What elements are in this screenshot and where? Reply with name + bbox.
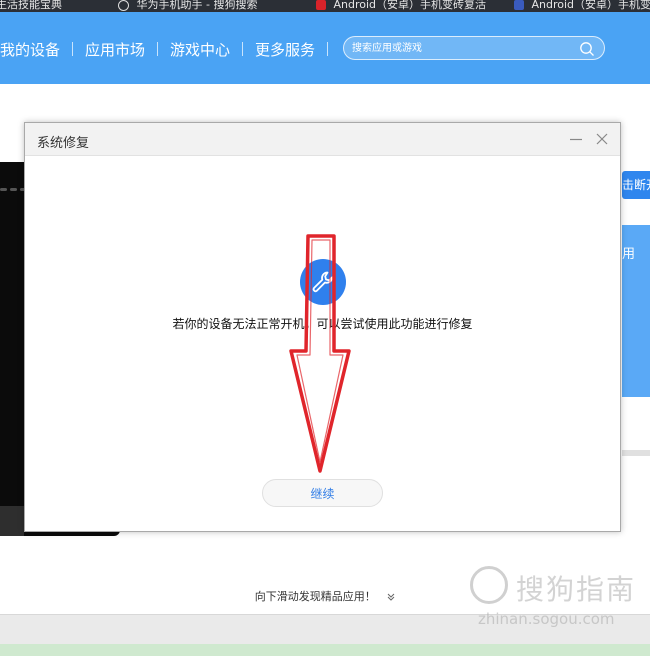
tab-label: Android（安卓）手机变砖	[531, 0, 650, 11]
app-card-label: 用	[622, 247, 636, 262]
tab-label: Android（安卓）手机变砖复活	[333, 0, 487, 11]
search-input[interactable]	[352, 40, 572, 56]
nav-divider	[242, 42, 244, 56]
app-card[interactable]: 用	[622, 225, 650, 397]
sogou-watermark: 搜狗指南 zhinan.sogou.com	[470, 566, 640, 636]
nav-divider	[327, 42, 329, 56]
app-header: 我的设备 应用市场 游戏中心 更多服务	[0, 12, 650, 84]
double-chevron-down-icon	[387, 593, 395, 601]
continue-button[interactable]: 继续	[262, 479, 383, 507]
nav-divider	[72, 42, 74, 56]
dialog-title: 系统修复	[37, 136, 90, 151]
nav-app-market[interactable]: 应用市场	[85, 39, 145, 60]
browser-tab[interactable]: 生活技能宝典	[0, 0, 106, 12]
browser-tab-strip: 生活技能宝典 华为手机助手 - 搜狗搜索 Android（安卓）手机变砖复活 A…	[0, 0, 650, 12]
sogou-logo-icon	[470, 566, 508, 604]
close-icon[interactable]	[594, 131, 610, 147]
tab-label: 华为手机助手 - 搜狗搜索	[136, 0, 258, 11]
scroll-hint-label: 向下滑动发现精品应用！	[254, 590, 376, 603]
site-favicon-icon	[514, 0, 524, 10]
disconnect-button[interactable]: 击断开	[622, 171, 650, 199]
tab-label: 生活技能宝典	[0, 0, 62, 11]
red-arrow-annotation	[289, 234, 351, 473]
site-favicon-icon	[316, 0, 326, 10]
nav-game-center[interactable]: 游戏中心	[170, 39, 230, 60]
progress-track	[622, 450, 650, 456]
search-icon[interactable]	[579, 41, 595, 57]
browser-tab[interactable]: 华为手机助手 - 搜狗搜索	[118, 0, 294, 12]
main-nav: 我的设备 应用市场 游戏中心 更多服务	[0, 38, 340, 60]
nav-more-services[interactable]: 更多服务	[255, 39, 315, 60]
minimize-icon[interactable]	[568, 131, 584, 147]
bottom-strip	[0, 644, 650, 656]
browser-tab[interactable]: Android（安卓）手机变砖	[514, 0, 650, 12]
browser-tab[interactable]: Android（安卓）手机变砖复活	[316, 0, 494, 12]
disconnect-button-label: 击断开	[622, 178, 650, 192]
background-band	[0, 506, 24, 536]
sogou-icon	[118, 0, 129, 11]
dialog-titlebar[interactable]: 系统修复	[25, 123, 620, 156]
watermark-url: zhinan.sogou.com	[478, 610, 615, 628]
nav-my-device[interactable]: 我的设备	[0, 39, 60, 60]
nav-divider	[157, 42, 159, 56]
search-box	[343, 36, 605, 60]
watermark-title: 搜狗指南	[516, 573, 637, 606]
